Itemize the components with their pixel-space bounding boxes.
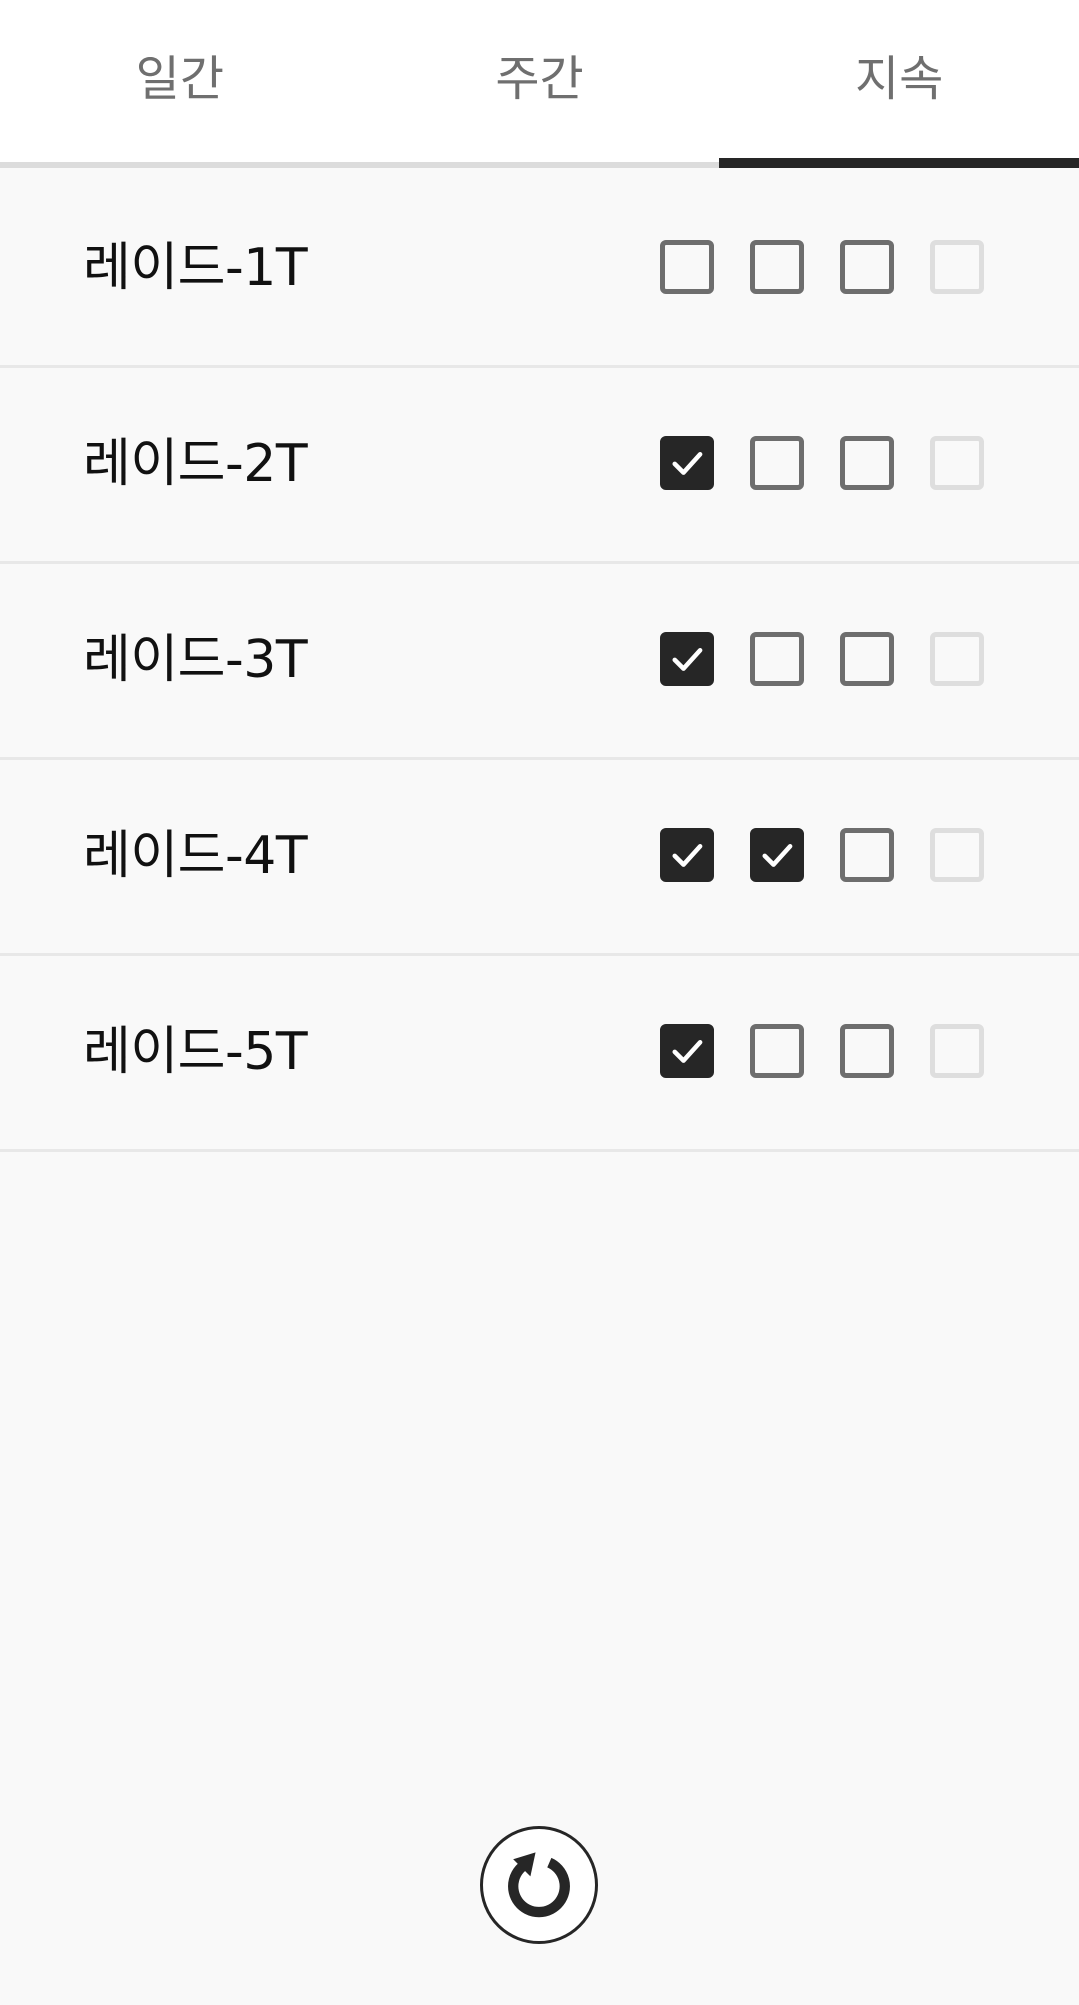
- task-checkbox[interactable]: [750, 436, 804, 490]
- task-checkbox-group: [660, 436, 984, 490]
- task-label: 레이드-5T: [83, 1022, 308, 1082]
- refresh-icon: [496, 1842, 582, 1928]
- task-checkbox[interactable]: [840, 240, 894, 294]
- task-checkbox[interactable]: [660, 632, 714, 686]
- task-list: 레이드-1T 레이드-2T 레이드-3T 레이드-4T 레이드-5T: [0, 172, 1079, 1152]
- task-checkbox[interactable]: [840, 436, 894, 490]
- task-row-1: 레이드-1T: [0, 172, 1079, 368]
- task-row-4: 레이드-4T: [0, 760, 1079, 956]
- task-row-5: 레이드-5T: [0, 956, 1079, 1152]
- task-checkbox[interactable]: [660, 1024, 714, 1078]
- task-checkbox[interactable]: [840, 1024, 894, 1078]
- app-root: 일간 주간 지속 레이드-1T 레이드-2T 레이드-3T 레이드-4T 레이드…: [0, 0, 1079, 2005]
- task-checkbox-group: [660, 1024, 984, 1078]
- checkmark-icon: [672, 647, 703, 671]
- tab-weekly[interactable]: 주간: [360, 0, 720, 162]
- task-checkbox-disabled: [930, 240, 984, 294]
- task-label: 레이드-4T: [83, 826, 308, 886]
- task-checkbox[interactable]: [840, 828, 894, 882]
- task-checkbox-group: [660, 240, 984, 294]
- task-checkbox[interactable]: [660, 436, 714, 490]
- task-row-2: 레이드-2T: [0, 368, 1079, 564]
- tab-daily-label: 일간: [135, 51, 224, 107]
- task-checkbox[interactable]: [750, 632, 804, 686]
- task-label: 레이드-1T: [83, 238, 308, 298]
- task-row-3: 레이드-3T: [0, 564, 1079, 760]
- task-checkbox-disabled: [930, 1024, 984, 1078]
- tab-bar: 일간 주간 지속: [0, 0, 1079, 168]
- task-label: 레이드-3T: [83, 630, 308, 690]
- refresh-button[interactable]: [480, 1826, 598, 1944]
- checkmark-icon: [672, 1039, 703, 1063]
- tab-indicator: [719, 158, 1079, 168]
- tab-ongoing-label: 지속: [855, 51, 944, 107]
- tab-ongoing[interactable]: 지속: [719, 0, 1079, 168]
- task-checkbox[interactable]: [660, 240, 714, 294]
- task-checkbox-group: [660, 828, 984, 882]
- task-checkbox-disabled: [930, 632, 984, 686]
- task-checkbox-disabled: [930, 436, 984, 490]
- task-checkbox-group: [660, 632, 984, 686]
- checkmark-icon: [672, 451, 703, 475]
- task-checkbox[interactable]: [750, 240, 804, 294]
- task-label: 레이드-2T: [83, 434, 308, 494]
- task-checkbox-disabled: [930, 828, 984, 882]
- checkmark-icon: [672, 843, 703, 867]
- checkmark-icon: [762, 843, 793, 867]
- task-checkbox[interactable]: [750, 828, 804, 882]
- tab-daily[interactable]: 일간: [0, 0, 360, 162]
- tab-weekly-label: 주간: [495, 51, 584, 107]
- task-checkbox[interactable]: [750, 1024, 804, 1078]
- task-checkbox[interactable]: [660, 828, 714, 882]
- task-checkbox[interactable]: [840, 632, 894, 686]
